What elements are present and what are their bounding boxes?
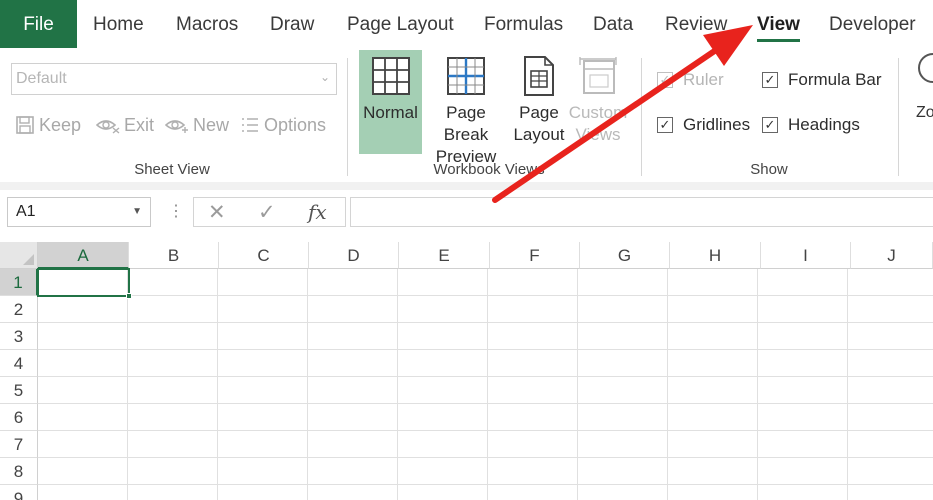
headings-label: Headings [788, 115, 860, 134]
options-button[interactable]: Options [240, 112, 326, 138]
checkmark-icon: ✓ [657, 117, 673, 133]
headings-checkbox[interactable]: ✓ Headings [762, 115, 860, 135]
formula-buttons: ✕ ✓ fx [193, 197, 346, 227]
formula-bar-checkbox[interactable]: ✓ Formula Bar [762, 70, 882, 90]
eye-exit-icon [96, 120, 120, 134]
group-divider [898, 58, 899, 176]
exit-button[interactable]: Exit [96, 112, 154, 138]
page-layout-label-line1: Page [519, 103, 559, 122]
resize-handle-icon[interactable]: ⋮ [168, 201, 184, 221]
zoom-icon[interactable] [918, 53, 933, 83]
tab-view[interactable]: View [757, 0, 800, 48]
keep-button-label: Keep [39, 114, 82, 135]
dropdown-arrow-icon: ▼ [132, 206, 142, 217]
select-all-triangle-icon [23, 254, 34, 265]
tab-macros[interactable]: Macros [176, 0, 238, 48]
column-header-b[interactable]: B [129, 242, 219, 269]
page-layout-label-line2: Layout [513, 125, 565, 144]
column-header-a[interactable]: A [38, 242, 129, 269]
insert-function-icon[interactable]: fx [308, 200, 327, 224]
ruler-checkbox[interactable]: ✓ Ruler [657, 70, 724, 90]
row-header-2[interactable]: 2 [0, 296, 38, 323]
save-icon [16, 116, 34, 134]
tab-review[interactable]: Review [665, 0, 727, 48]
ribbon-view-panel: Default ⌄ Keep Exit New Options Sheet Vi… [0, 48, 933, 182]
formula-bar-label: Formula Bar [788, 70, 882, 89]
column-header-d[interactable]: D [309, 242, 399, 269]
formula-bar: A1 ▼ ⋮ ✕ ✓ fx [0, 190, 933, 232]
name-box-value: A1 [16, 203, 36, 220]
show-group-label: Show [750, 161, 788, 178]
eye-new-icon [165, 120, 188, 133]
row-header-9[interactable]: 9 [0, 485, 38, 500]
tab-page-layout[interactable]: Page Layout [347, 0, 454, 48]
custom-views-label-line2: Views [575, 125, 621, 144]
column-header-j[interactable]: J [851, 242, 933, 269]
normal-view-label: Normal [363, 103, 418, 122]
sheet-view-select[interactable]: Default ⌄ [11, 63, 337, 95]
sheet-view-select-value: Default [16, 70, 67, 87]
group-divider [641, 58, 642, 176]
gridlines-label: Gridlines [683, 115, 751, 134]
normal-view-button[interactable]: Normal [359, 50, 422, 154]
chevron-down-icon: ⌄ [319, 70, 330, 84]
cell-area[interactable] [38, 269, 933, 500]
tab-formulas[interactable]: Formulas [484, 0, 563, 48]
tab-home[interactable]: Home [93, 0, 144, 48]
column-header-g[interactable]: G [580, 242, 670, 269]
formula-input[interactable] [350, 197, 933, 227]
checkmark-icon: ✓ [657, 72, 673, 88]
page-break-preview-button[interactable]: Page Break Preview [423, 50, 509, 166]
name-box[interactable]: A1 ▼ [7, 197, 151, 227]
row-header-6[interactable]: 6 [0, 404, 38, 431]
custom-views-label-line1: Custom [568, 103, 628, 122]
column-header-i[interactable]: I [761, 242, 851, 269]
enter-icon[interactable]: ✓ [258, 200, 276, 225]
column-header-e[interactable]: E [399, 242, 490, 269]
normal-view-icon [371, 57, 410, 95]
new-button[interactable]: New [165, 112, 229, 138]
workbook-views-group-label: Workbook Views [433, 161, 545, 178]
exit-button-label: Exit [124, 114, 155, 135]
cancel-icon[interactable]: ✕ [208, 200, 226, 225]
keep-button[interactable]: Keep [15, 112, 81, 138]
row-header-1[interactable]: 1 [0, 269, 38, 296]
active-cell-a1[interactable] [37, 268, 132, 299]
list-options-icon [242, 118, 258, 132]
options-button-label: Options [264, 114, 327, 135]
row-header-7[interactable]: 7 [0, 431, 38, 458]
new-button-label: New [193, 114, 230, 135]
checkmark-icon: ✓ [762, 117, 778, 133]
ruler-label: Ruler [683, 70, 724, 89]
tab-data[interactable]: Data [593, 0, 633, 48]
zoom-button-label: Zo [916, 104, 933, 121]
fill-handle[interactable] [126, 293, 132, 299]
group-divider [347, 58, 348, 176]
custom-views-icon [579, 57, 617, 94]
worksheet-grid: A B C D E F G H I J 1 2 3 4 5 6 7 8 9 [0, 242, 933, 500]
row-header-8[interactable]: 8 [0, 458, 38, 485]
ribbon-divider [0, 182, 933, 190]
row-header-3[interactable]: 3 [0, 323, 38, 350]
tab-draw[interactable]: Draw [270, 0, 314, 48]
select-all-button[interactable] [0, 242, 38, 269]
page-layout-icon [524, 56, 554, 96]
checkmark-icon: ✓ [762, 72, 778, 88]
gridlines-checkbox[interactable]: ✓ Gridlines [657, 115, 750, 135]
page-break-label-line1: Page Break [443, 103, 489, 144]
page-layout-button[interactable]: Page Layout [510, 50, 568, 154]
column-header-c[interactable]: C [219, 242, 309, 269]
page-break-preview-icon [447, 57, 485, 95]
sheet-view-group-label: Sheet View [134, 161, 210, 178]
column-header-f[interactable]: F [490, 242, 580, 269]
ribbon-tab-bar: File Home Macros Draw Page Layout Formul… [0, 0, 933, 48]
row-header-4[interactable]: 4 [0, 350, 38, 377]
tab-developer[interactable]: Developer [829, 0, 916, 48]
row-header-5[interactable]: 5 [0, 377, 38, 404]
tab-file[interactable]: File [0, 0, 77, 48]
custom-views-button[interactable]: Custom Views [568, 50, 628, 154]
column-header-h[interactable]: H [670, 242, 761, 269]
